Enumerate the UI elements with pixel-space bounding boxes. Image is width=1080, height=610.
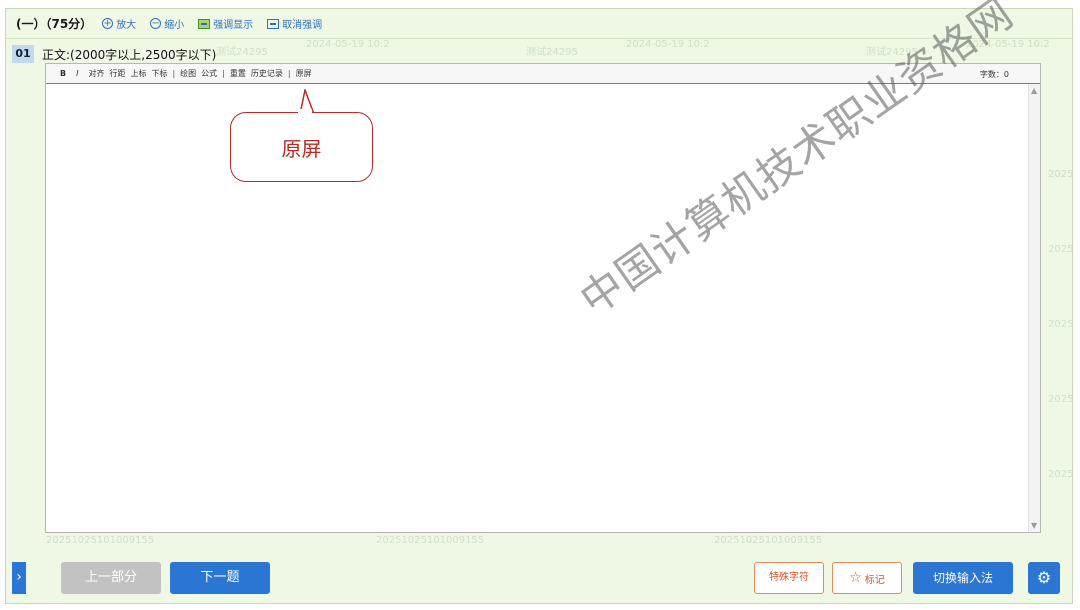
watermark-minor: 2025 [1048, 169, 1074, 180]
question-number: 01 [12, 45, 34, 63]
switch-ime-button[interactable]: 切换输入法 [913, 562, 1013, 594]
bottom-bar: › 上一部分 下一题 特殊字符 ☆ 标记 切换输入法 ⚙ [6, 553, 1072, 603]
editor-scrollbar[interactable]: ▲ ▼ [1028, 84, 1040, 532]
subscript-button[interactable]: 下标 [151, 68, 167, 79]
answer-text-area[interactable] [46, 84, 1028, 532]
watermark-minor: 20251025101009155 [714, 535, 823, 546]
star-icon: ☆ [849, 570, 862, 586]
scroll-up-icon[interactable]: ▲ [1031, 86, 1037, 95]
cancel-highlight-label: 取消强调 [282, 20, 323, 31]
plus-circle-icon: + [102, 18, 114, 29]
zoom-in-label: 放大 [116, 20, 137, 31]
history-button[interactable]: 历史记录 [251, 68, 283, 79]
watermark-minor: 2024-05-19 10:2 [306, 39, 390, 50]
toolbar-separator: | [172, 69, 176, 78]
watermark-minor: 测试24295 [526, 47, 578, 58]
formula-button[interactable]: 公式 [201, 68, 217, 79]
mark-label: 标记 [864, 574, 885, 586]
highlight-show-label: 强调显示 [213, 20, 254, 31]
cancel-highlight-icon [267, 18, 280, 29]
watermark-minor: 测试24295 [866, 47, 918, 58]
expand-panel-icon[interactable]: › [12, 562, 26, 594]
italic-button[interactable]: I [76, 69, 78, 78]
watermark-minor: 20251025101009155 [46, 535, 155, 546]
zoom-out-button[interactable]: − 缩小 [150, 16, 184, 31]
watermark-minor: 2025 [1048, 394, 1074, 405]
callout-tail-cover [298, 109, 312, 115]
zoom-in-button[interactable]: + 放大 [102, 16, 136, 31]
question-row: 01 正文:(2000字以上,2500字以下) [12, 45, 216, 63]
prev-section-button[interactable]: 上一部分 [61, 562, 161, 594]
watermark-minor: 2024-05-19 10:2 [626, 39, 710, 50]
highlight-show-button[interactable]: 强调显示 [198, 16, 253, 31]
align-button[interactable]: 对齐 [88, 68, 104, 79]
scroll-down-icon[interactable]: ▼ [1031, 521, 1037, 530]
toolbar-separator: | [287, 69, 291, 78]
watermark-minor: 2025 [1048, 319, 1074, 330]
special-chars-button[interactable]: 特殊字符 [754, 562, 824, 594]
watermark-minor: 2024-05-19 10:2 [966, 39, 1050, 50]
word-count: 字数：0 [979, 70, 1009, 79]
top-toolbar: (一）（75分） + 放大 − 缩小 强调显示 取消强调 [6, 9, 1072, 39]
draw-button[interactable]: 绘图 [180, 68, 196, 79]
toolbar-separator: | [222, 69, 225, 78]
line-spacing-button[interactable]: 行距 [109, 68, 125, 79]
cancel-highlight-button[interactable]: 取消强调 [267, 16, 322, 31]
reset-button[interactable]: 重置 [230, 68, 246, 79]
exam-frame: (一）（75分） + 放大 − 缩小 强调显示 取消强调 测试24295 202… [5, 0, 1074, 604]
bold-button[interactable]: B [60, 69, 66, 78]
question-text: 正文:(2000字以上,2500字以下) [42, 47, 217, 62]
zoom-out-label: 缩小 [164, 20, 185, 31]
callout-text: 原屏 [281, 136, 322, 161]
watermark-minor: 2025 [1048, 244, 1074, 255]
callout-bubble: 原屏 [230, 112, 373, 182]
next-question-button[interactable]: 下一题 [170, 562, 270, 594]
watermark-minor: 测试24295 [216, 47, 268, 58]
highlight-icon [198, 18, 211, 29]
minus-circle-icon: − [150, 18, 162, 29]
watermark-minor: 2025 [1048, 469, 1074, 480]
watermark-minor: 20251025101009155 [376, 535, 485, 546]
answer-editor: B I 对齐 行距 上标 下标 | 绘图 公式 | 重置 历史记录 | 原屏 字… [45, 63, 1041, 533]
original-screen-button[interactable]: 原屏 [296, 68, 312, 79]
gear-icon[interactable]: ⚙ [1028, 562, 1060, 594]
mark-button[interactable]: ☆ 标记 [832, 562, 902, 594]
editor-toolbar: B I 对齐 行距 上标 下标 | 绘图 公式 | 重置 历史记录 | 原屏 字… [46, 64, 1040, 84]
section-title: (一）（75分） [16, 17, 93, 31]
superscript-button[interactable]: 上标 [130, 68, 146, 79]
